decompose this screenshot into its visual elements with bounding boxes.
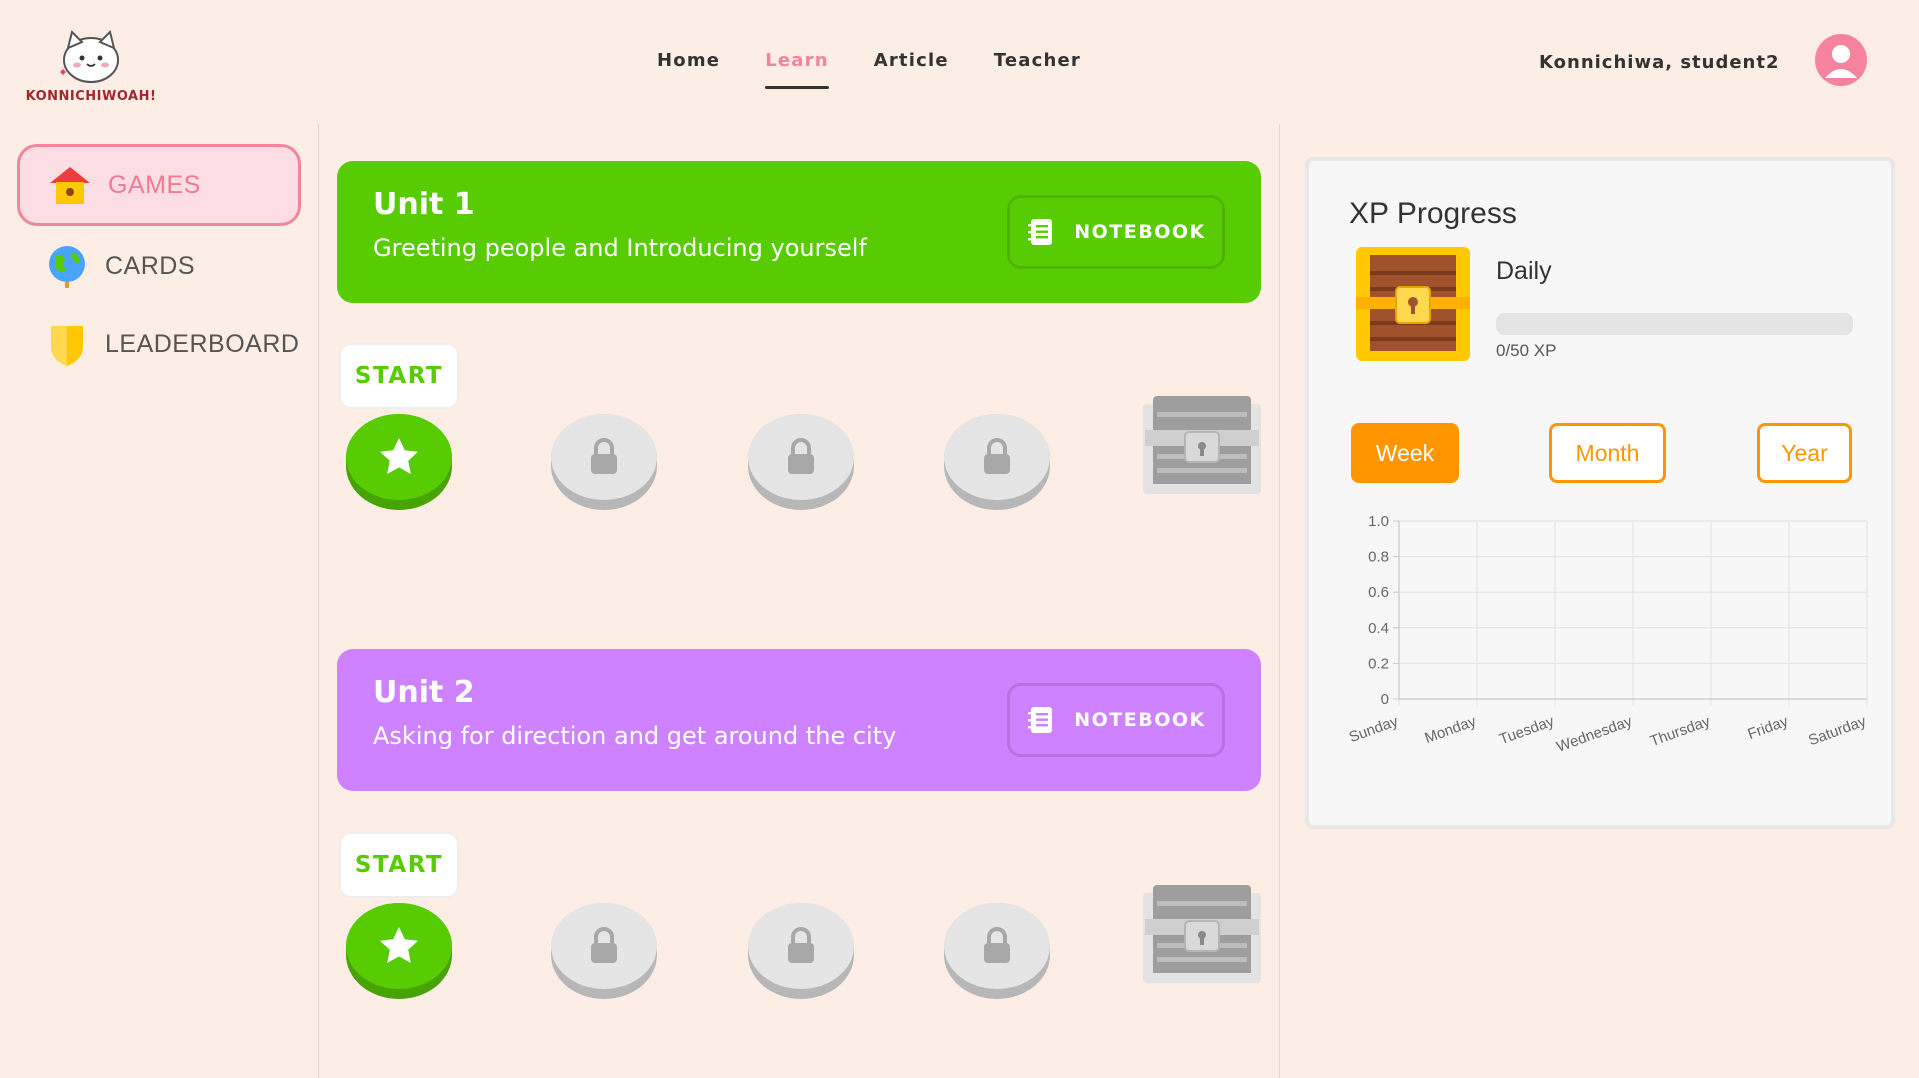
lock-icon <box>788 927 814 963</box>
notebook-button[interactable]: NOTEBOOK <box>1007 683 1225 757</box>
nav-learn[interactable]: Learn <box>765 50 829 89</box>
lock-icon <box>788 438 814 474</box>
notebook-button[interactable]: NOTEBOOK <box>1007 195 1225 269</box>
star-icon <box>380 927 418 963</box>
weekly-xp-chart: 1.0 0.8 0.6 0.4 0.2 0 Sunday Monday TuesdayWedne… <box>1347 513 1869 756</box>
nav-home[interactable]: Home <box>657 50 720 71</box>
y-tick-label: 0.8 <box>1368 549 1389 566</box>
sidebar-item-label: CARDS <box>105 251 196 280</box>
x-tick-label: Wednesday <box>1554 713 1634 756</box>
lesson-node-locked[interactable] <box>551 903 657 999</box>
lesson-node-locked[interactable] <box>944 903 1050 999</box>
sidebar-item-label: LEADERBOARD <box>105 329 300 358</box>
x-tick-label: Friday <box>1745 713 1790 743</box>
shield-icon <box>43 320 91 368</box>
lesson-node-active[interactable] <box>346 414 452 510</box>
y-tick-label: 0.6 <box>1368 584 1389 601</box>
y-tick-label: 0.4 <box>1368 620 1389 637</box>
app-logo[interactable]: KONNICHIWOAH! <box>20 26 162 104</box>
y-tick-label: 0.2 <box>1368 655 1389 672</box>
unit-1-banner: Unit 1 Greeting people and Introducing y… <box>337 161 1261 303</box>
xp-title: XP Progress <box>1349 197 1517 230</box>
lock-icon <box>984 438 1010 474</box>
x-tick-label: Thursday <box>1648 713 1713 751</box>
chest-locked-icon[interactable] <box>1141 883 1263 985</box>
start-label: START <box>339 832 459 898</box>
notebook-icon <box>1028 219 1053 245</box>
range-year-button[interactable]: Year <box>1757 423 1852 483</box>
notebook-label: NOTEBOOK <box>1074 709 1206 731</box>
range-week-button[interactable]: Week <box>1351 423 1459 483</box>
house-icon <box>46 161 94 209</box>
daily-xp-progress-bar <box>1496 313 1853 335</box>
xp-progress-panel: XP Progress Daily 0/50 XP Week Month Yea… <box>1305 157 1895 829</box>
lesson-node-locked[interactable] <box>748 414 854 510</box>
daily-label: Daily <box>1496 257 1552 285</box>
notebook-label: NOTEBOOK <box>1074 221 1206 243</box>
x-tick-label: Monday <box>1422 713 1478 747</box>
x-tick-label: Saturday <box>1806 713 1869 750</box>
range-month-button[interactable]: Month <box>1549 423 1666 483</box>
y-tick-label: 0 <box>1381 691 1389 708</box>
x-tick-label: Sunday <box>1347 713 1401 747</box>
notebook-icon <box>1028 707 1053 733</box>
logo-text: KONNICHIWOAH! <box>25 89 157 104</box>
nav-teacher[interactable]: Teacher <box>994 50 1081 71</box>
nav-article[interactable]: Article <box>874 50 949 71</box>
user-icon <box>1825 45 1857 78</box>
sidebar-item-cards[interactable]: CARDS <box>17 225 301 307</box>
start-label: START <box>339 343 459 409</box>
sidebar-divider <box>318 124 319 1078</box>
cat-logo-icon <box>60 30 119 83</box>
lesson-node-locked[interactable] <box>551 414 657 510</box>
lock-icon <box>591 438 617 474</box>
panel-divider <box>1279 124 1280 1078</box>
sidebar-item-label: GAMES <box>108 170 201 199</box>
lock-icon <box>591 927 617 963</box>
daily-xp-value: 0/50 XP <box>1496 341 1557 360</box>
chest-locked-icon[interactable] <box>1141 394 1263 496</box>
lesson-node-active[interactable] <box>346 903 452 999</box>
globe-icon <box>43 242 91 290</box>
unit-2-banner: Unit 2 Asking for direction and get arou… <box>337 649 1261 791</box>
lock-icon <box>984 927 1010 963</box>
lesson-node-locked[interactable] <box>944 414 1050 510</box>
star-icon <box>380 438 418 474</box>
main-nav: Home Learn Article Teacher <box>657 50 1081 89</box>
lesson-node-locked[interactable] <box>748 903 854 999</box>
x-tick-label: Tuesday <box>1497 713 1557 749</box>
sidebar-item-leaderboard[interactable]: LEADERBOARD <box>17 303 301 385</box>
user-avatar[interactable] <box>1815 34 1867 86</box>
sidebar-item-games[interactable]: GAMES <box>17 144 301 226</box>
greeting-text: Konnichiwa, student2 <box>1539 52 1780 73</box>
treasure-chest-icon <box>1356 247 1470 361</box>
y-tick-label: 1.0 <box>1368 513 1389 530</box>
